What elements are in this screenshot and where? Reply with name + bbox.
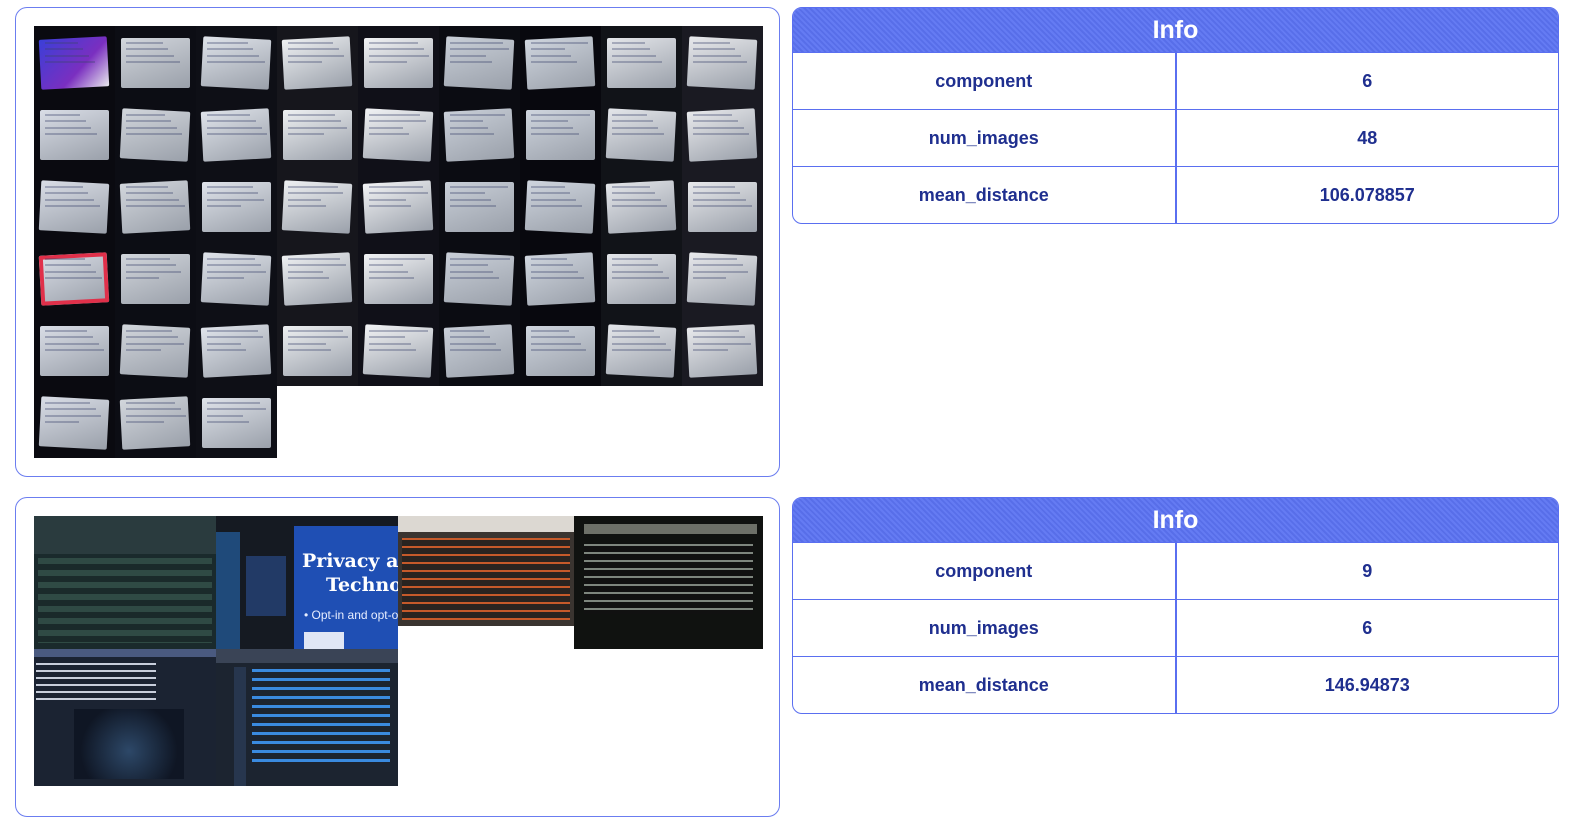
- thumbnail: [277, 170, 358, 242]
- thumbnail: [277, 26, 358, 98]
- image-gallery: Privacy a Techno • Opt-in and opt-o: [15, 497, 780, 817]
- info-table: component 9 num_images 6 mean_distance 1…: [793, 542, 1558, 713]
- thumbnail: [520, 242, 601, 314]
- info-key: num_images: [793, 109, 1177, 167]
- thumbnail: [601, 98, 682, 170]
- thumbnail: [520, 170, 601, 242]
- image-gallery: [15, 7, 780, 477]
- thumbnail: [196, 314, 277, 386]
- info-value: 6: [1175, 52, 1558, 110]
- thumbnail: [439, 26, 520, 98]
- thumbnail: [601, 170, 682, 242]
- info-key: component: [793, 542, 1177, 600]
- slide-title-line: Techno: [326, 574, 398, 596]
- thumbnail: [398, 516, 574, 626]
- thumbnail: [34, 26, 115, 98]
- thumbnail: [196, 242, 277, 314]
- slide-title-line: Privacy a: [302, 550, 398, 572]
- thumbnail: [439, 242, 520, 314]
- thumbnail-mosaic: Privacy a Techno • Opt-in and opt-o: [34, 516, 763, 786]
- thumbnail: [601, 314, 682, 386]
- thumbnail: [601, 242, 682, 314]
- thumbnail: [439, 314, 520, 386]
- thumbnail: [601, 26, 682, 98]
- thumbnail: [34, 170, 115, 242]
- thumbnail: [439, 98, 520, 170]
- info-panel: Info component 9 num_images 6 mean_dista…: [792, 497, 1559, 714]
- thumbnail: [115, 386, 196, 458]
- thumbnail: [682, 170, 763, 242]
- thumbnail: [358, 26, 439, 98]
- thumbnail: Privacy a Techno • Opt-in and opt-o: [216, 516, 398, 649]
- info-key: component: [793, 52, 1177, 110]
- info-value: 6: [1175, 599, 1558, 657]
- thumbnail: [277, 314, 358, 386]
- thumbnail: [682, 242, 763, 314]
- slide-bullet: • Opt-in and opt-o: [304, 608, 398, 622]
- thumbnail: [439, 170, 520, 242]
- thumbnail: [34, 314, 115, 386]
- info-value: 146.94873: [1175, 656, 1558, 713]
- thumbnail: [34, 386, 115, 458]
- table-row: mean_distance 146.94873: [793, 656, 1558, 713]
- thumbnail: [358, 98, 439, 170]
- thumbnail: [277, 98, 358, 170]
- info-title: Info: [793, 498, 1558, 542]
- info-key: num_images: [793, 599, 1177, 657]
- thumbnail: [34, 516, 216, 649]
- info-key: mean_distance: [793, 656, 1177, 713]
- thumbnail: [520, 26, 601, 98]
- table-row: num_images 6: [793, 599, 1558, 657]
- table-row: component 6: [793, 52, 1558, 110]
- thumbnail: [115, 26, 196, 98]
- thumbnail: [115, 314, 196, 386]
- thumbnail: [574, 516, 763, 649]
- thumbnail: [682, 26, 763, 98]
- table-row: component 9: [793, 542, 1558, 600]
- thumbnail: [34, 242, 115, 314]
- table-row: num_images 48: [793, 109, 1558, 167]
- info-value: 9: [1175, 542, 1558, 600]
- thumbnail: [115, 98, 196, 170]
- thumbnail: [216, 649, 398, 786]
- thumbnail: [34, 98, 115, 170]
- thumbnail: [115, 170, 196, 242]
- table-row: mean_distance 106.078857: [793, 166, 1558, 223]
- thumbnail: [196, 170, 277, 242]
- thumbnail: [277, 242, 358, 314]
- thumbnail: [34, 649, 216, 786]
- thumbnail: [682, 98, 763, 170]
- thumbnail: [358, 314, 439, 386]
- info-table: component 6 num_images 48 mean_distance …: [793, 52, 1558, 223]
- thumbnail-mosaic: [34, 26, 763, 459]
- info-value: 48: [1175, 109, 1558, 167]
- thumbnail: [358, 170, 439, 242]
- thumbnail: [196, 26, 277, 98]
- thumbnail: [520, 314, 601, 386]
- thumbnail: [115, 242, 196, 314]
- info-key: mean_distance: [793, 166, 1177, 223]
- info-panel: Info component 6 num_images 48 mean_dist…: [792, 7, 1559, 224]
- thumbnail: [520, 98, 601, 170]
- thumbnail: [196, 386, 277, 458]
- thumbnail: [358, 242, 439, 314]
- thumbnail: [682, 314, 763, 386]
- info-title: Info: [793, 8, 1558, 52]
- info-value: 106.078857: [1175, 166, 1558, 223]
- thumbnail: [196, 98, 277, 170]
